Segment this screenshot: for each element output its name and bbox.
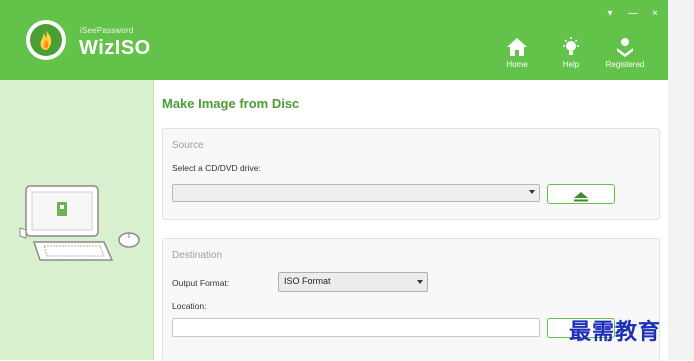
dropdown-button[interactable]: ▾ [603, 8, 617, 20]
location-label: Location: [172, 301, 207, 311]
nav-registered-button[interactable]: Registered [603, 36, 647, 76]
format-select[interactable]: ISO Format [278, 272, 428, 292]
nav-help-button[interactable]: Help [549, 36, 593, 76]
eject-button[interactable] [547, 184, 615, 204]
brand-name: WizISO [79, 37, 151, 59]
watermark-text: 最需教育 [569, 320, 662, 345]
close-button[interactable]: × [648, 8, 662, 20]
flame-logo-icon [30, 24, 62, 56]
brand-small-text: iSeePassword [80, 26, 134, 35]
drive-label: Select a CD/DVD drive: [172, 163, 261, 173]
computer-illustration-icon [16, 180, 146, 275]
nav-home-label: Home [506, 60, 528, 69]
format-select-value: ISO Format [284, 276, 331, 286]
lightbulb-icon [560, 36, 582, 58]
destination-title: Destination [172, 250, 223, 261]
app-header: iSeePassword WizISO ▾ — × Home Help Regi… [0, 0, 668, 80]
format-label: Output Format: [172, 278, 230, 288]
minimize-button[interactable]: — [626, 8, 640, 20]
app-logo [26, 20, 66, 60]
page-title: Make Image from Disc [162, 96, 300, 111]
app-window: iSeePassword WizISO ▾ — × Home Help Regi… [0, 0, 694, 361]
nav-home-button[interactable]: Home [495, 36, 539, 76]
chevron-down-icon [417, 280, 423, 284]
nav-registered-label: Registered [605, 60, 645, 69]
source-section: Source Select a CD/DVD drive: [162, 128, 660, 220]
location-input[interactable] [172, 318, 540, 337]
drive-select[interactable] [172, 184, 540, 202]
home-icon [506, 36, 528, 58]
nav-help-label: Help [562, 60, 580, 69]
registered-user-icon [614, 36, 636, 58]
chevron-down-icon [529, 190, 535, 194]
source-title: Source [172, 140, 204, 151]
left-panel [0, 80, 154, 360]
eject-icon [574, 189, 588, 207]
